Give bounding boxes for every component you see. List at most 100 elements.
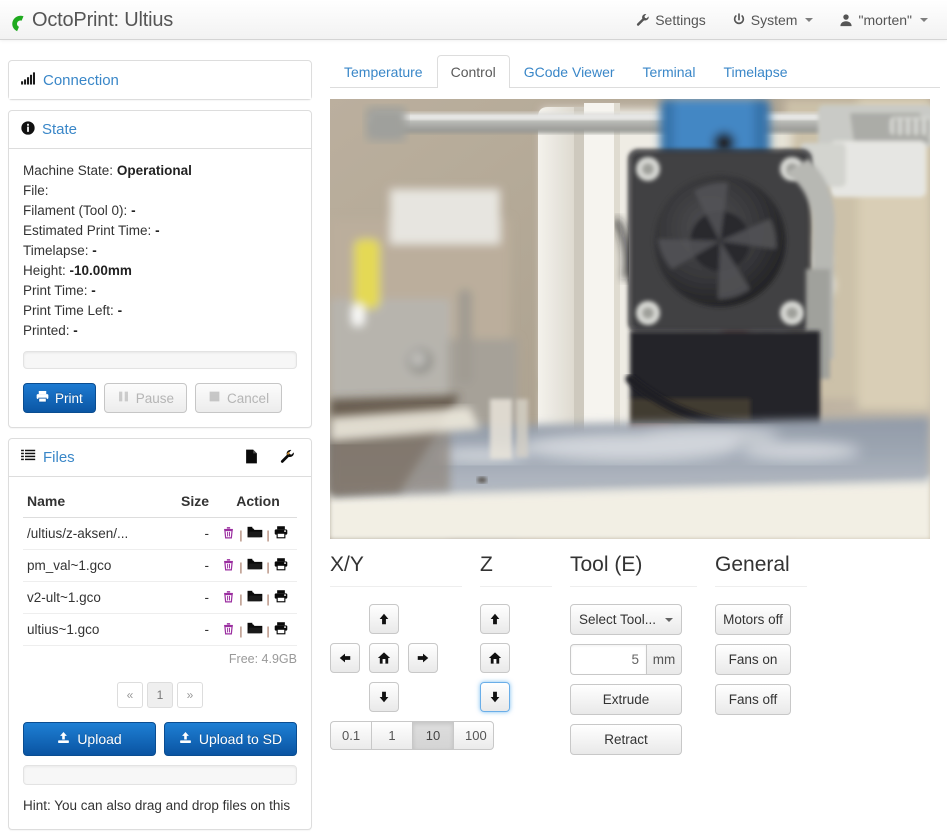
spacer (330, 604, 360, 634)
tab-timelapse[interactable]: Timelapse (709, 55, 801, 88)
distance-1-button[interactable]: 1 (371, 721, 412, 750)
print-file-button[interactable] (274, 527, 288, 542)
delete-file-button[interactable] (222, 559, 235, 574)
table-row[interactable]: /ultius/z-aksen/...-|| (23, 518, 297, 550)
load-file-icon (247, 526, 263, 539)
load-file-button[interactable] (247, 559, 263, 574)
arrow-left-icon (338, 651, 352, 665)
fans-on-button[interactable]: Fans on (715, 644, 791, 675)
jog-row-bottom (330, 682, 480, 712)
home-xy-button[interactable] (369, 643, 399, 673)
print-file-button[interactable] (274, 591, 288, 606)
jog-z-plus-button[interactable] (480, 604, 510, 634)
table-row[interactable]: pm_val~1.gco-|| (23, 550, 297, 582)
files-table: Name Size Action /ultius/z-aksen/...-||p… (23, 489, 297, 646)
file-size-cell: - (165, 550, 213, 582)
main-content: Temperature Control GCode Viewer Termina… (330, 55, 940, 776)
upload-button[interactable]: Upload (23, 722, 156, 756)
control-group-z: Z (480, 553, 570, 764)
print-file-icon (274, 621, 288, 635)
chevron-down-icon (805, 18, 813, 22)
home-icon (488, 651, 502, 665)
print-file-button[interactable] (274, 559, 288, 574)
table-row[interactable]: ultius~1.gco-|| (23, 614, 297, 646)
control-group-general-body: Motors off Fans on Fans off (715, 587, 825, 715)
delete-file-button[interactable] (222, 623, 235, 638)
nav-user[interactable]: "morten" (826, 0, 941, 40)
state-value: - (118, 303, 123, 318)
upload-to-sd-button[interactable]: Upload to SD (164, 722, 297, 756)
spacer (408, 604, 438, 634)
retract-button[interactable]: Retract (570, 724, 682, 755)
top-navbar: OctoPrint: Ultius Settings System (0, 0, 947, 40)
jog-z-row-bottom (480, 682, 570, 712)
tab-control[interactable]: Control (437, 55, 510, 88)
print-button[interactable]: Print (23, 383, 96, 413)
printer-icon (36, 390, 49, 406)
load-file-button[interactable] (247, 527, 263, 542)
connection-panel-toggle[interactable]: Connection (21, 72, 119, 89)
navbar-actions: Settings System "morten" (623, 0, 941, 40)
home-z-button[interactable] (480, 643, 510, 673)
nav-settings[interactable]: Settings (623, 0, 719, 40)
action-separator: | (239, 528, 242, 542)
files-panel-toggle[interactable]: Files (21, 449, 75, 466)
fans-off-button[interactable]: Fans off (715, 684, 791, 715)
tab-gcode-viewer[interactable]: GCode Viewer (510, 55, 629, 88)
pause-button[interactable]: Pause (104, 383, 187, 413)
state-row: File: (23, 181, 297, 201)
control-group-z-heading: Z (480, 553, 570, 586)
jog-y-minus-button[interactable] (369, 682, 399, 712)
nav-system[interactable]: System (719, 0, 827, 40)
motors-off-button[interactable]: Motors off (715, 604, 791, 635)
brand-link[interactable]: OctoPrint: Ultius (8, 0, 173, 40)
extrude-button[interactable]: Extrude (570, 684, 682, 715)
state-label: File: (23, 183, 49, 198)
sd-file-icon[interactable] (245, 449, 258, 467)
upload-dropzone[interactable] (23, 765, 297, 785)
list-icon (21, 449, 36, 466)
state-panel-toggle[interactable]: State (21, 121, 77, 139)
state-list: Machine State: Operational File: Filamen… (23, 161, 297, 341)
extrude-amount-input[interactable] (570, 644, 646, 675)
jog-x-minus-button[interactable] (330, 643, 360, 673)
state-label: Print Time Left: (23, 303, 114, 318)
pagination-next[interactable]: » (177, 682, 203, 708)
distance-0-1-button[interactable]: 0.1 (330, 721, 371, 750)
tab-terminal[interactable]: Terminal (629, 55, 710, 88)
pagination-prev[interactable]: « (117, 682, 143, 708)
fans-on-label: Fans on (729, 652, 778, 667)
control-group-xy-body: 0.1 1 10 100 (330, 587, 480, 750)
arrow-down-icon (377, 690, 391, 704)
print-file-icon (274, 557, 288, 571)
load-file-button[interactable] (247, 591, 263, 606)
jog-row-top (330, 604, 480, 634)
file-size-cell: - (165, 518, 213, 550)
delete-file-button[interactable] (222, 591, 235, 606)
cancel-button[interactable]: Cancel (195, 383, 282, 413)
connection-panel-header[interactable]: Connection (9, 61, 311, 99)
jog-x-plus-button[interactable] (408, 643, 438, 673)
files-settings-icon[interactable] (280, 449, 295, 467)
tab-temperature[interactable]: Temperature (330, 55, 437, 88)
home-icon (377, 651, 391, 665)
action-separator: | (267, 560, 270, 574)
jog-y-plus-button[interactable] (369, 604, 399, 634)
state-label: Printed: (23, 323, 70, 338)
distance-10-button[interactable]: 10 (412, 721, 453, 750)
delete-file-button[interactable] (222, 527, 235, 542)
state-panel-header[interactable]: State (9, 111, 311, 149)
jog-z-minus-button[interactable] (480, 682, 510, 712)
print-file-button[interactable] (274, 623, 288, 638)
delete-file-icon (222, 526, 235, 539)
webcam-container[interactable] (330, 99, 930, 539)
control-panel: X/Y (330, 553, 940, 776)
wrench-icon (636, 13, 650, 27)
load-file-button[interactable] (247, 623, 263, 638)
column-header-name: Name (23, 489, 165, 518)
octoprint-logo-icon (8, 9, 30, 31)
table-row[interactable]: v2-ult~1.gco-|| (23, 582, 297, 614)
delete-file-icon (222, 622, 235, 635)
pagination-page-1[interactable]: 1 (147, 682, 173, 708)
select-tool-dropdown[interactable]: Select Tool... (570, 604, 682, 635)
